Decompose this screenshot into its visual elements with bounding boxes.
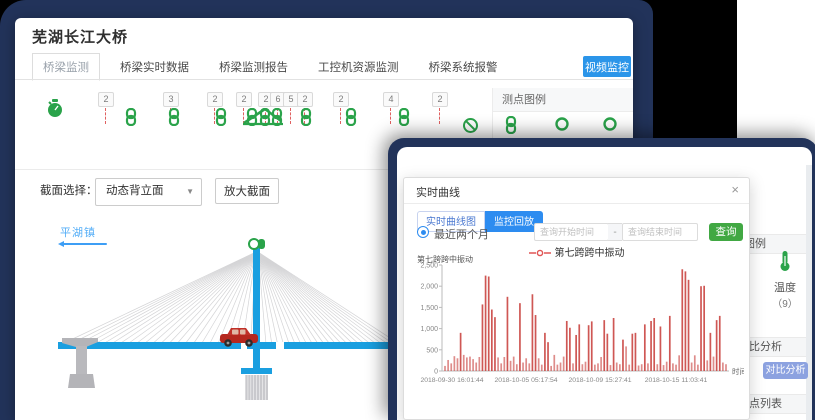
- legend-panel-title: 测点图例: [493, 88, 633, 112]
- range-separator: -: [608, 223, 622, 241]
- tower-sensor-icon[interactable]: [249, 239, 265, 249]
- link-sensor-icon[interactable]: [300, 108, 312, 126]
- svg-text:2,000: 2,000: [420, 284, 438, 291]
- screenshot-stage: 芜湖长江大桥 桥梁监测 桥梁实时数据 桥梁监测报告 工控机资源监测 桥梁系统报警 视频监…: [0, 0, 815, 420]
- realtime-curve-modal: 实时曲线 × 实时曲线图监控回放 最近两个月 - 查询 第: [403, 177, 750, 420]
- chevron-down-icon: ▼: [186, 187, 194, 196]
- svg-text:2018-09-30 16:01:44: 2018-09-30 16:01:44: [420, 377, 483, 384]
- svg-text:2,500: 2,500: [420, 263, 438, 270]
- svg-text:500: 500: [426, 347, 438, 354]
- svg-text:2018-10-05 05:17:54: 2018-10-05 05:17:54: [494, 377, 557, 384]
- legend-item-temperature[interactable]: 温度 （9）: [765, 250, 805, 310]
- vibration-chart: 第七跨跨中振动05001,0001,5002,0002,5002018-09-3…: [409, 250, 744, 416]
- link-sensor-icon[interactable]: [168, 108, 180, 126]
- svg-text:2018-10-09 15:27:41: 2018-10-09 15:27:41: [568, 377, 631, 384]
- page-gutter: [806, 165, 812, 420]
- close-icon[interactable]: ×: [731, 182, 739, 197]
- alarm-dash-line: [290, 108, 291, 124]
- compare-analysis-button[interactable]: 对比分析: [763, 362, 808, 379]
- sensor-count-badge: 2: [236, 92, 252, 107]
- modal-header: 实时曲线 ×: [404, 178, 749, 204]
- section-select-value: 动态背立面: [106, 179, 164, 203]
- radio-selected-icon: [417, 226, 429, 238]
- bridge-tower: [253, 248, 260, 368]
- front-window-page: 测点图例 温度 （9） 对比分析 对比分析 测点列表 实: [397, 147, 812, 420]
- svg-text:0: 0: [434, 369, 438, 376]
- sensor-count-badge: 3: [163, 92, 179, 107]
- query-end-time-input[interactable]: [622, 223, 698, 241]
- bridge-schematic: [20, 238, 400, 418]
- alarm-dash-line: [439, 108, 440, 124]
- main-tab-3[interactable]: 工控机资源监测: [318, 59, 399, 75]
- sensor-count-badge: 2: [432, 92, 448, 107]
- sensor-count-badge: 2: [98, 92, 114, 107]
- query-start-time-input[interactable]: [534, 223, 609, 241]
- front-window-frame: 测点图例 温度 （9） 对比分析 对比分析 测点列表 实: [388, 138, 815, 420]
- section-select-dropdown[interactable]: 动态背立面 ▼: [95, 178, 202, 206]
- link-sensor-icon[interactable]: [125, 108, 137, 126]
- sensor-count-badge: 2: [297, 92, 313, 107]
- truss-sensor-icon: [241, 106, 285, 126]
- temperature-label: 温度: [765, 279, 805, 295]
- main-tab-bar: 桥梁监测 桥梁实时数据 桥梁监测报告 工控机资源监测 桥梁系统报警: [32, 55, 528, 79]
- link-sensor-icon[interactable]: [398, 108, 410, 126]
- sensor-count-badge: 2: [207, 92, 223, 107]
- main-tab-1[interactable]: 桥梁实时数据: [120, 59, 189, 75]
- stopwatch-icon[interactable]: [45, 98, 65, 118]
- sensor-count-badge: 2: [333, 92, 349, 107]
- modal-title: 实时曲线: [416, 184, 460, 200]
- main-tab-0[interactable]: 桥梁监测: [32, 53, 100, 81]
- main-tab-4[interactable]: 桥梁系统报警: [429, 59, 498, 75]
- no-entry-icon[interactable]: [462, 117, 479, 134]
- sensor-circle-icon: [603, 117, 617, 131]
- tab-divider: [15, 79, 633, 80]
- svg-text:1,000: 1,000: [420, 326, 438, 333]
- svg-text:2018-10-15 11:03:41: 2018-10-15 11:03:41: [645, 377, 708, 384]
- temperature-count: （9）: [765, 295, 805, 310]
- thermometer-icon: [778, 250, 792, 272]
- tower-cap: [241, 368, 272, 374]
- radio-label: 最近两个月: [434, 226, 489, 242]
- background-white-panel: [737, 0, 815, 150]
- section-select-label: 截面选择：: [40, 178, 98, 204]
- alarm-dash-line: [105, 108, 106, 124]
- tower-piles: [247, 375, 267, 400]
- link-icon: [505, 116, 517, 134]
- query-button[interactable]: 查询: [709, 223, 743, 241]
- sensor-count-badge: 4: [383, 92, 399, 107]
- link-sensor-icon[interactable]: [215, 108, 227, 126]
- main-tab-2[interactable]: 桥梁监测报告: [219, 59, 288, 75]
- svg-text:时间: 时间: [732, 366, 744, 376]
- svg-text:1,500: 1,500: [420, 305, 438, 312]
- sensor-circle-icon: [555, 117, 569, 131]
- enlarge-section-button[interactable]: 放大截面: [215, 178, 279, 204]
- alarm-dash-line: [340, 108, 341, 124]
- alarm-dash-line: [390, 108, 391, 124]
- link-sensor-icon[interactable]: [345, 108, 357, 126]
- video-monitor-button[interactable]: 视频监控: [583, 56, 631, 77]
- page-title: 芜湖长江大桥: [32, 26, 128, 47]
